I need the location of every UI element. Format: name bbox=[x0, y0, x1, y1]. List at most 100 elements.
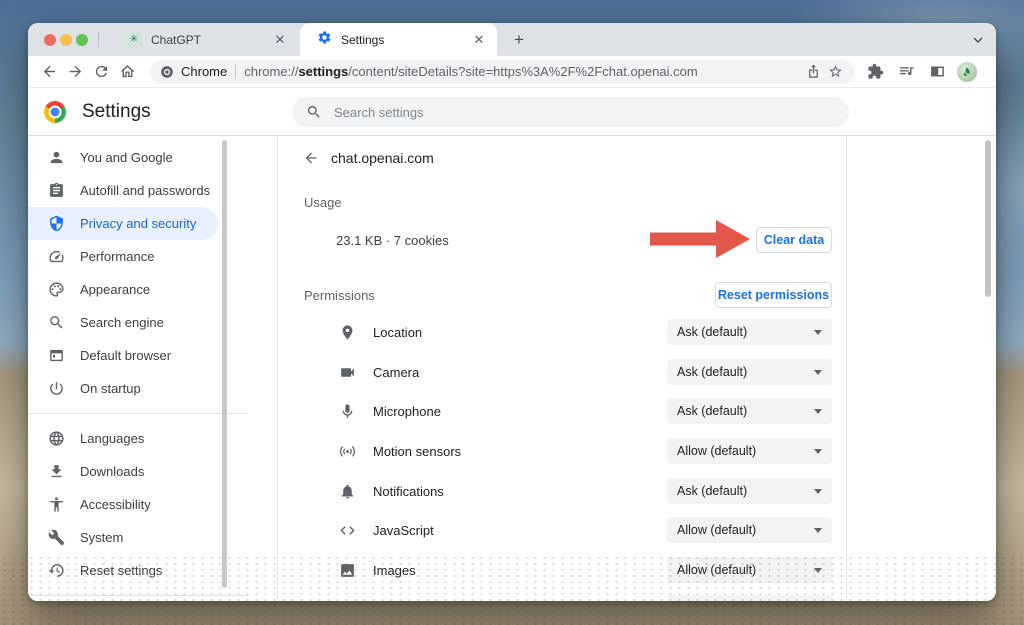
microphone-icon bbox=[339, 403, 356, 420]
side-panel-icon[interactable] bbox=[926, 61, 948, 83]
url-text: chrome://settings/content/siteDetails?si… bbox=[244, 64, 802, 79]
chrome-logo bbox=[44, 101, 66, 123]
gear-icon bbox=[317, 30, 332, 50]
permission-row-camera: Camera Ask (default) bbox=[278, 359, 846, 385]
tab-search-chevron-icon[interactable] bbox=[970, 32, 986, 48]
search-input[interactable] bbox=[334, 105, 835, 120]
power-icon bbox=[48, 380, 65, 397]
settings-sidebar: You and Google Autofill and passwords Pr… bbox=[28, 136, 248, 601]
sidebar-item-performance[interactable]: Performance bbox=[28, 240, 218, 273]
motion-sensors-permission-dropdown[interactable]: Allow (default) bbox=[667, 438, 832, 464]
tab-settings[interactable]: Settings ✕ bbox=[300, 23, 497, 56]
sidebar-divider bbox=[28, 413, 248, 414]
sidebar-item-appearance[interactable]: Appearance bbox=[28, 273, 218, 306]
reload-icon[interactable] bbox=[88, 59, 114, 85]
clear-data-button[interactable]: Clear data bbox=[756, 227, 832, 253]
permission-row-images: Images Allow (default) bbox=[278, 557, 846, 583]
close-tab-icon[interactable]: ✕ bbox=[471, 32, 487, 48]
chrome-badge-icon bbox=[160, 65, 174, 79]
microphone-permission-dropdown[interactable]: Ask (default) bbox=[667, 398, 832, 424]
search-icon bbox=[306, 104, 322, 120]
share-icon[interactable] bbox=[802, 61, 824, 83]
site-details-card: chat.openai.com Usage 23.1 KB · 7 cookie… bbox=[277, 136, 847, 601]
globe-icon bbox=[48, 430, 65, 447]
chatgpt-favicon: ✳ bbox=[126, 32, 142, 48]
download-icon bbox=[48, 463, 65, 480]
chevron-down-icon bbox=[814, 449, 822, 454]
close-tab-icon[interactable]: ✕ bbox=[272, 32, 288, 48]
images-permission-dropdown[interactable]: Allow (default) bbox=[667, 557, 832, 583]
permission-row-motion-sensors: Motion sensors Allow (default) bbox=[278, 438, 846, 464]
sidebar-item-accessibility[interactable]: Accessibility bbox=[28, 488, 218, 521]
permission-row-microphone: Microphone Ask (default) bbox=[278, 398, 846, 424]
new-tab-button[interactable]: + bbox=[509, 30, 529, 50]
page-scrollbar[interactable] bbox=[985, 140, 991, 297]
extensions-puzzle-icon[interactable] bbox=[864, 61, 886, 83]
video-camera-icon bbox=[339, 364, 356, 381]
browser-toolbar: Chrome chrome://settings/content/siteDet… bbox=[28, 56, 996, 88]
history-icon bbox=[48, 562, 65, 579]
sidebar-item-you-and-google[interactable]: You and Google bbox=[28, 141, 218, 174]
chevron-down-icon bbox=[814, 330, 822, 335]
close-traffic-light[interactable] bbox=[44, 34, 56, 46]
tab-title: ChatGPT bbox=[151, 33, 272, 47]
settings-header: Settings bbox=[28, 88, 996, 136]
usage-value: 23.1 KB · 7 cookies bbox=[336, 233, 449, 248]
partial-next-dropdown bbox=[667, 595, 832, 601]
back-icon[interactable] bbox=[36, 59, 62, 85]
minimize-traffic-light[interactable] bbox=[60, 34, 72, 46]
tab-title: Settings bbox=[341, 33, 471, 47]
clipboard-icon bbox=[48, 182, 65, 199]
desktop-background: ✳ ChatGPT ✕ Settings ✕ + bbox=[0, 0, 1024, 625]
home-icon[interactable] bbox=[114, 59, 140, 85]
page-title: Settings bbox=[82, 101, 151, 123]
camera-permission-dropdown[interactable]: Ask (default) bbox=[667, 359, 832, 385]
tab-chatgpt[interactable]: ✳ ChatGPT ✕ bbox=[100, 23, 298, 56]
motion-sensors-icon bbox=[339, 443, 356, 460]
url-host: settings bbox=[298, 64, 348, 79]
settings-search[interactable] bbox=[292, 97, 849, 127]
sidebar-item-downloads[interactable]: Downloads bbox=[28, 455, 218, 488]
media-controls-icon[interactable] bbox=[895, 61, 917, 83]
sidebar-divider bbox=[28, 595, 248, 596]
location-permission-dropdown[interactable]: Ask (default) bbox=[667, 319, 832, 345]
avatar[interactable] bbox=[957, 62, 977, 82]
bell-icon bbox=[339, 483, 356, 500]
back-arrow-icon[interactable] bbox=[300, 147, 322, 169]
sidebar-item-privacy-and-security[interactable]: Privacy and security bbox=[28, 207, 218, 240]
sidebar-item-system[interactable]: System bbox=[28, 521, 218, 554]
product-label: Chrome bbox=[181, 64, 227, 79]
sidebar-item-search-engine[interactable]: Search engine bbox=[28, 306, 218, 339]
sidebar-item-autofill[interactable]: Autofill and passwords bbox=[28, 174, 218, 207]
menu-kebab-icon[interactable] bbox=[986, 61, 996, 83]
chevron-down-icon bbox=[814, 370, 822, 375]
toolbar-right-icons bbox=[864, 61, 996, 83]
reset-permissions-button[interactable]: Reset permissions bbox=[715, 282, 832, 308]
sidebar-item-on-startup[interactable]: On startup bbox=[28, 372, 218, 405]
speedometer-icon bbox=[48, 248, 65, 265]
zoom-traffic-light[interactable] bbox=[76, 34, 88, 46]
sidebar-item-reset-settings[interactable]: Reset settings bbox=[28, 554, 218, 587]
javascript-permission-dropdown[interactable]: Allow (default) bbox=[667, 517, 832, 543]
sidebar-item-default-browser[interactable]: Default browser bbox=[28, 339, 218, 372]
browser-window: ✳ ChatGPT ✕ Settings ✕ + bbox=[28, 23, 996, 601]
permission-row-location: Location Ask (default) bbox=[278, 319, 846, 345]
permission-row-javascript: JavaScript Allow (default) bbox=[278, 517, 846, 543]
notifications-permission-dropdown[interactable]: Ask (default) bbox=[667, 478, 832, 504]
site-name: chat.openai.com bbox=[331, 150, 434, 166]
chevron-down-icon bbox=[814, 409, 822, 414]
tab-strip: ✳ ChatGPT ✕ Settings ✕ + bbox=[28, 23, 996, 56]
address-bar[interactable]: Chrome chrome://settings/content/siteDet… bbox=[150, 60, 854, 84]
accessibility-icon bbox=[48, 496, 65, 513]
sidebar-scrollbar[interactable] bbox=[222, 140, 227, 588]
palette-icon bbox=[48, 281, 65, 298]
chevron-down-icon bbox=[814, 528, 822, 533]
url-path: /content/siteDetails?site=https%3A%2F%2F… bbox=[348, 64, 697, 79]
chevron-down-icon bbox=[814, 568, 822, 573]
permission-row-notifications: Notifications Ask (default) bbox=[278, 478, 846, 504]
person-icon bbox=[48, 149, 65, 166]
forward-icon[interactable] bbox=[62, 59, 88, 85]
annotation-arrow bbox=[650, 220, 750, 258]
star-icon[interactable] bbox=[824, 61, 846, 83]
sidebar-item-languages[interactable]: Languages bbox=[28, 422, 218, 455]
